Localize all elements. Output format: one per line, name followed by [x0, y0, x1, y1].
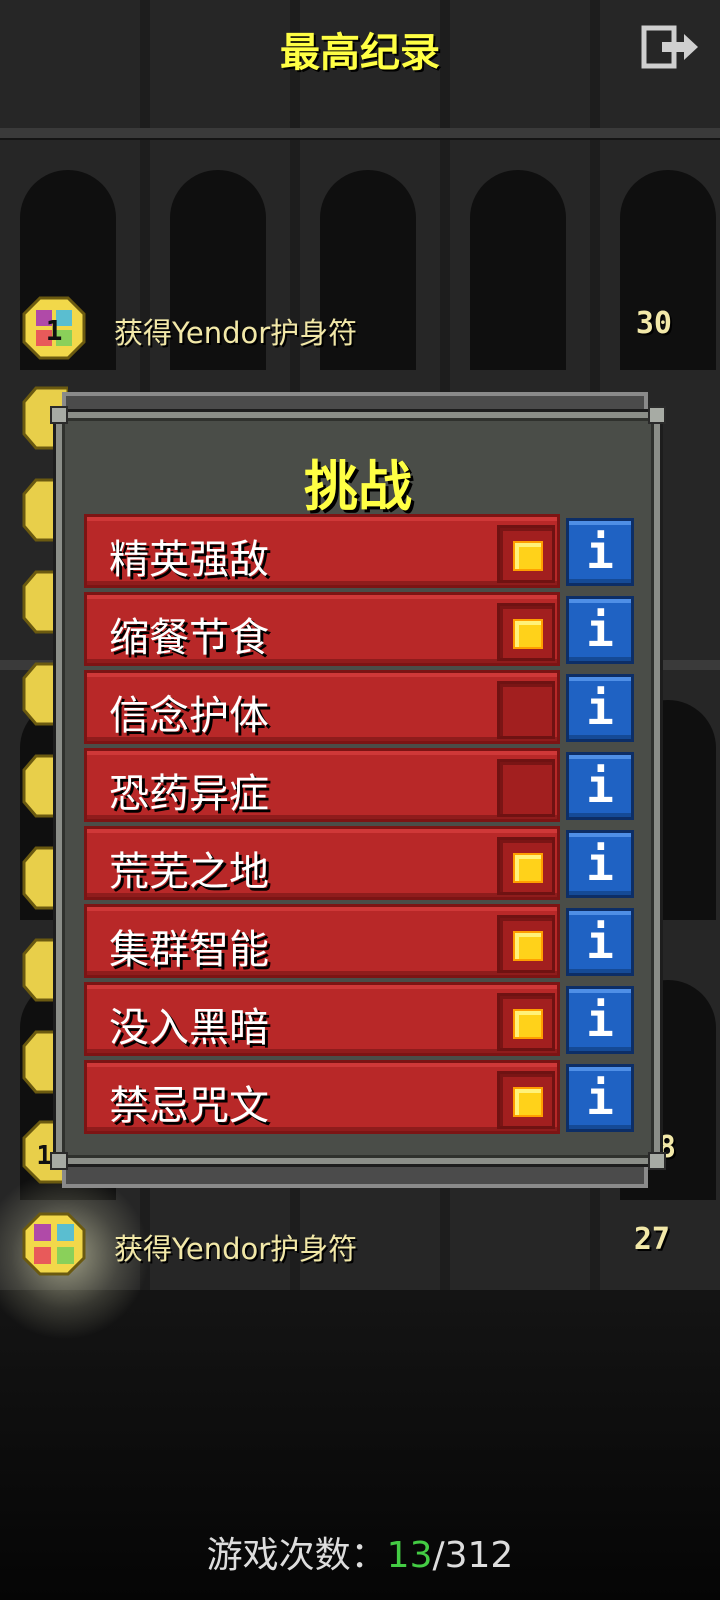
challenge-toggle-pharmacophobia[interactable]: 恐药异症: [84, 748, 560, 822]
checked-indicator: [513, 541, 543, 571]
games-played-separator: /: [432, 1535, 445, 1576]
info-icon: i: [586, 993, 614, 1047]
exit-door-icon[interactable]: [640, 24, 700, 70]
challenge-label: 没入黑暗: [109, 1005, 269, 1051]
frame-corner: [50, 1152, 68, 1170]
challenge-checkbox[interactable]: [497, 525, 555, 583]
info-icon: i: [586, 1071, 614, 1125]
frame-corner: [648, 1152, 666, 1170]
info-icon: i: [586, 837, 614, 891]
challenge-label: 禁忌咒文: [109, 1083, 269, 1129]
games-played-current: 13: [386, 1535, 433, 1576]
challenge-info-button[interactable]: i: [566, 986, 634, 1054]
challenge-label: 恐药异症: [109, 771, 269, 817]
info-icon: i: [586, 525, 614, 579]
games-played-counter: 游戏次数：13/312: [0, 1526, 720, 1578]
challenge-label: 信念护体: [109, 693, 269, 739]
checked-indicator: [513, 1087, 543, 1117]
challenge-checkbox[interactable]: [497, 759, 555, 817]
checked-indicator: [513, 619, 543, 649]
challenge-info-button[interactable]: i: [566, 518, 634, 586]
challenge-info-button[interactable]: i: [566, 674, 634, 742]
ranking-label: 获得Yendor护身符: [114, 316, 358, 350]
challenges-dialog: 挑战 精英强敌 i 缩餐节食 i 信念护体 i 恐药异症 i 荒芜之地 i 集群…: [50, 406, 666, 1170]
challenge-info-button[interactable]: i: [566, 908, 634, 976]
frame-corner: [50, 406, 68, 424]
ranking-depth: 27: [633, 1222, 670, 1257]
challenge-toggle-diet[interactable]: 缩餐节食: [84, 592, 560, 666]
info-icon: i: [586, 681, 614, 735]
challenge-info-button[interactable]: i: [566, 1064, 634, 1132]
challenge-label: 精英强敌: [109, 537, 269, 583]
rank-number: 1: [46, 314, 63, 347]
challenge-checkbox[interactable]: [497, 915, 555, 973]
challenge-checkbox[interactable]: [497, 837, 555, 895]
challenge-info-button[interactable]: i: [566, 596, 634, 664]
games-played-label: 游戏次数：: [206, 1535, 387, 1576]
games-played-total: 312: [444, 1535, 514, 1576]
challenge-toggle-elite[interactable]: 精英强敌: [84, 514, 560, 588]
frame-corner: [648, 406, 666, 424]
challenge-label: 荒芜之地: [109, 849, 269, 895]
ranking-row-latest[interactable]: 获得Yendor护身符 27: [0, 1212, 720, 1282]
info-icon: i: [586, 759, 614, 813]
challenge-label: 集群智能: [109, 927, 269, 973]
challenge-checkbox[interactable]: [497, 603, 555, 661]
challenge-toggle-forbidden-runes[interactable]: 禁忌咒文: [84, 1060, 560, 1134]
challenge-toggle-barren[interactable]: 荒芜之地: [84, 826, 560, 900]
challenge-toggle-darkness[interactable]: 没入黑暗: [84, 982, 560, 1056]
amulet-medal-icon: 1: [22, 296, 86, 360]
challenge-toggle-swarm[interactable]: 集群智能: [84, 904, 560, 978]
challenge-checkbox[interactable]: [497, 1071, 555, 1129]
challenge-checkbox[interactable]: [497, 681, 555, 739]
amulet-medal-icon: [22, 1212, 86, 1276]
checked-indicator: [513, 931, 543, 961]
info-icon: i: [586, 915, 614, 969]
ranking-row-1[interactable]: 1 获得Yendor护身符 30: [0, 296, 720, 366]
info-icon: i: [586, 603, 614, 657]
challenge-label: 缩餐节食: [109, 615, 269, 661]
ranking-label: 获得Yendor护身符: [114, 1232, 358, 1266]
challenge-toggle-faith[interactable]: 信念护体: [84, 670, 560, 744]
checked-indicator: [513, 1009, 543, 1039]
challenge-info-button[interactable]: i: [566, 830, 634, 898]
page-title: 最高纪录: [280, 30, 440, 76]
challenge-info-button[interactable]: i: [566, 752, 634, 820]
dialog-title: 挑战: [304, 455, 412, 518]
challenge-checkbox[interactable]: [497, 993, 555, 1051]
checked-indicator: [513, 853, 543, 883]
ranking-depth: 30: [635, 306, 672, 341]
